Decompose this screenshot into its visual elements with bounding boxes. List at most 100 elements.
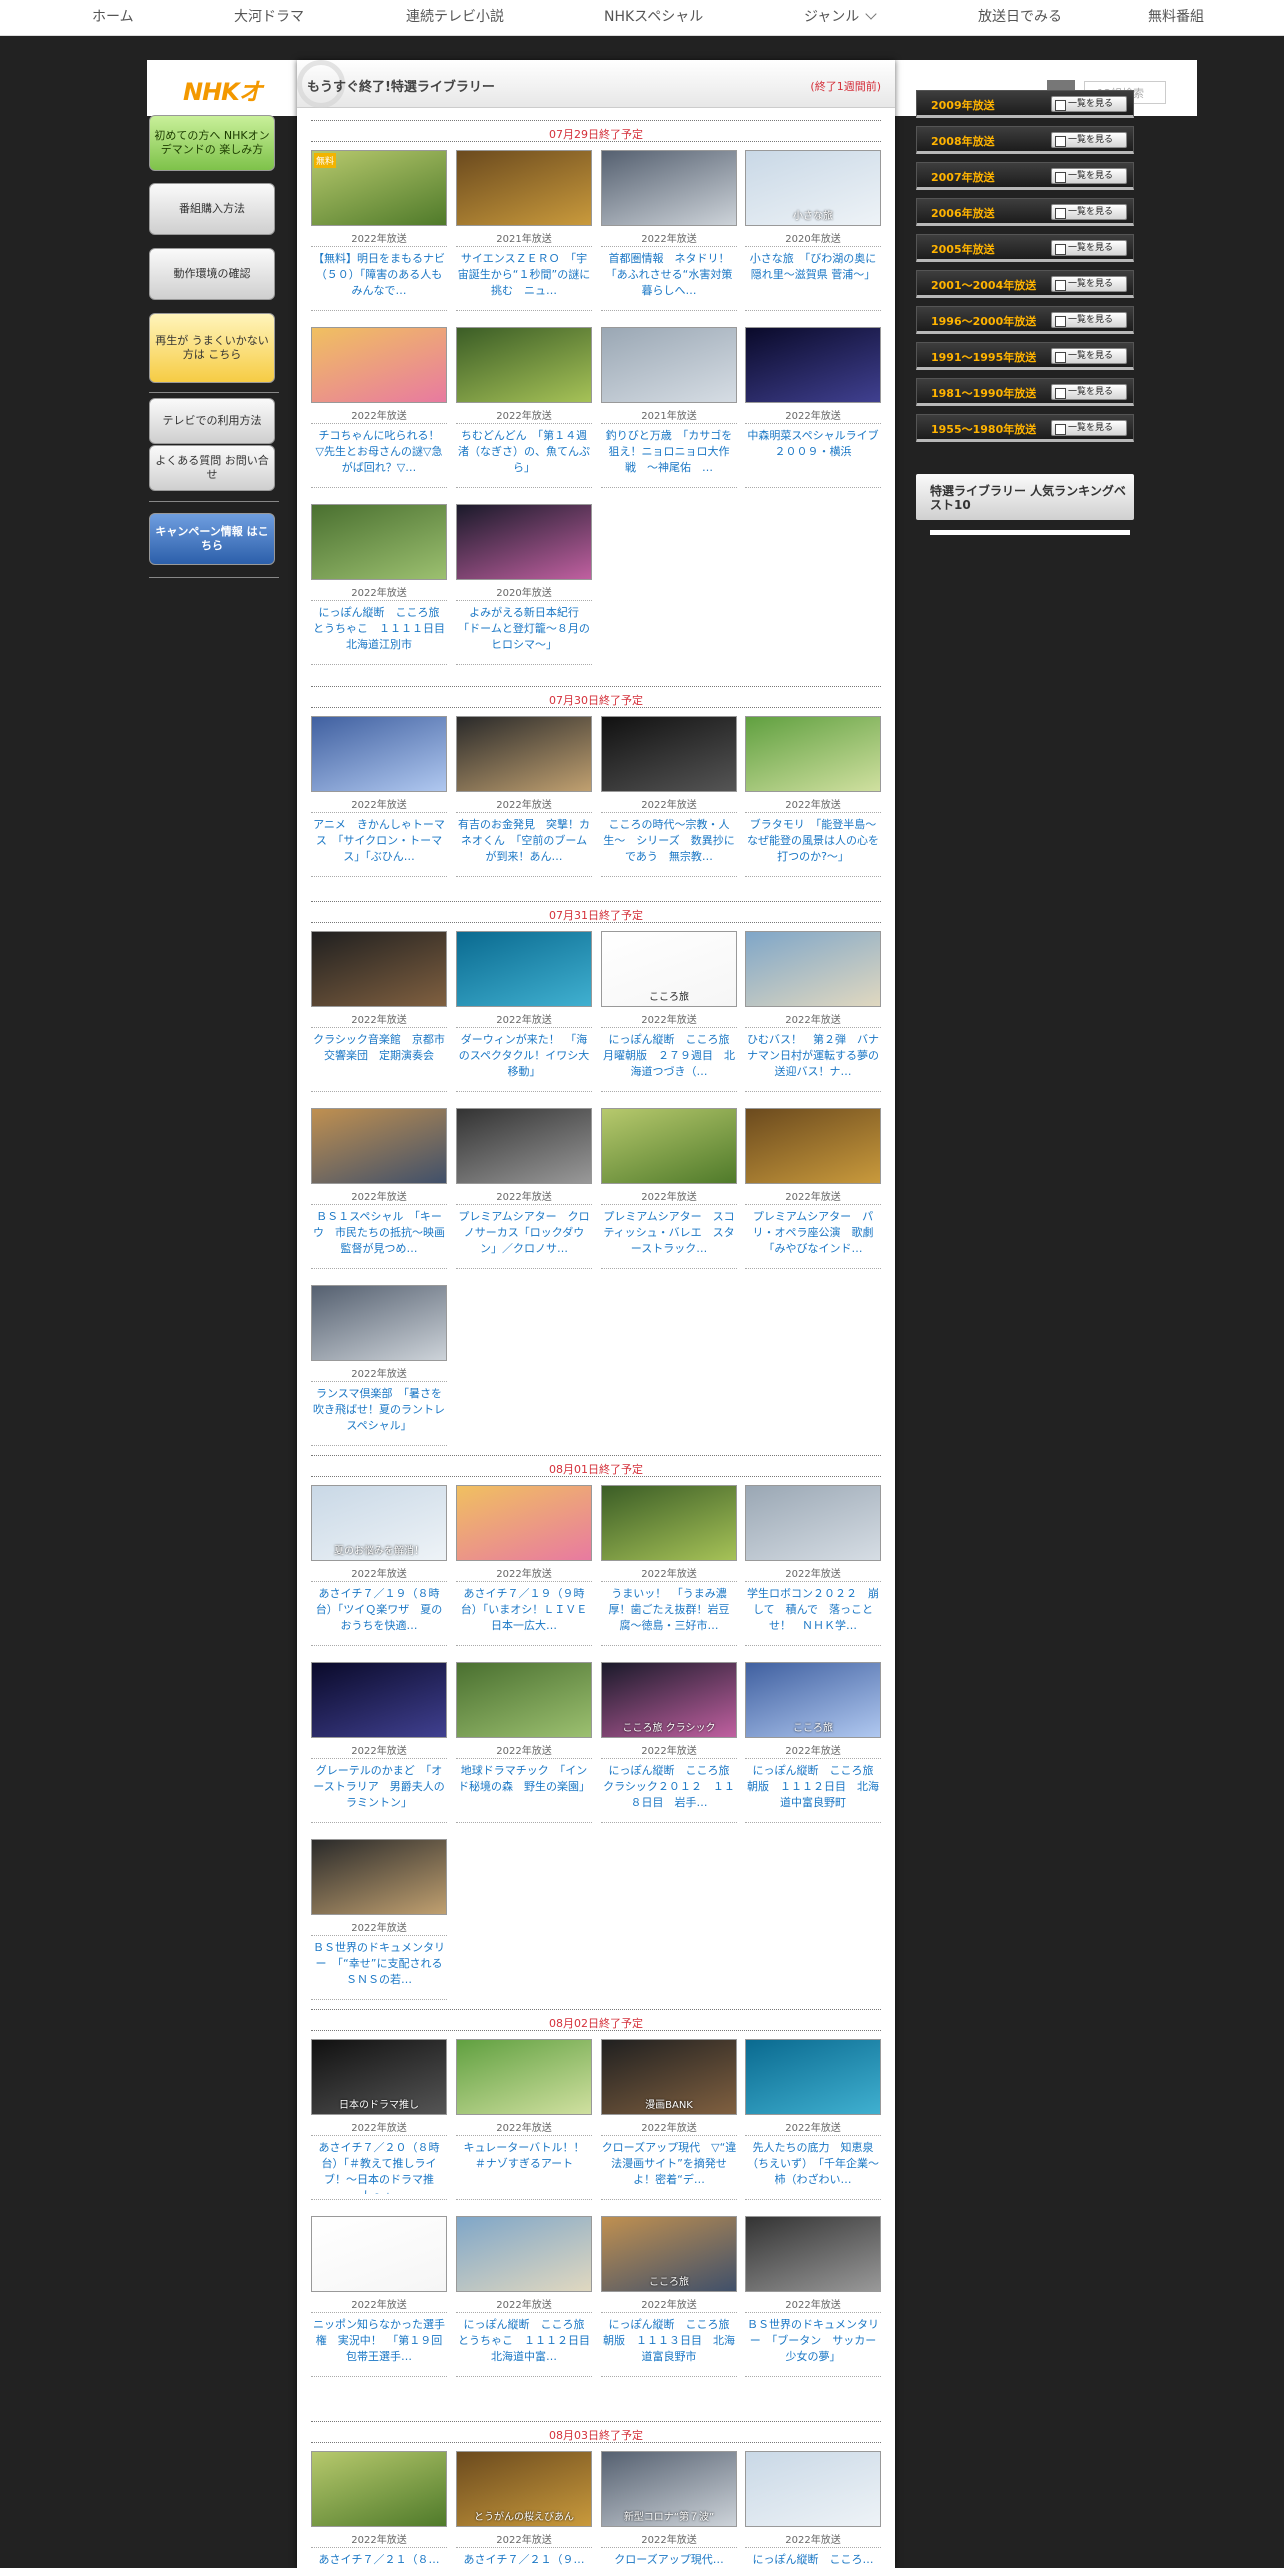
program-card[interactable]: とうがんの桜えびあん 2022年放送 あさイチ７／２１（９… [456,2451,592,2568]
program-title-link[interactable]: 有吉のお金発見 突撃！カネオくん 「空前のブームが到来！あん… [456,817,592,871]
program-title-link[interactable]: ＢＳ１スペシャル 「キーウ 市民たちの抵抗〜映画監督が見つめ… [311,1209,447,1263]
program-title-link[interactable]: にっぽん縦断 こころ旅 朝版 １１１３日目 北海道富良野市 [601,2317,737,2371]
program-card[interactable]: 2022年放送 ＢＳ世界のドキュメンタリー 「“幸せ”に支配されるＳＮＳの若… [311,1839,447,2011]
program-title-link[interactable]: クローズアップ現代 ▽“違法漫画サイト”を摘発せよ！密着“デ… [601,2140,737,2194]
program-title-link[interactable]: 【無料】明日をまもるナビ （５０）「障害のある人も みんなで… [311,251,447,305]
view-all-button[interactable]: 一覧を見る [1051,240,1127,256]
beginners-guide-button[interactable]: 初めての方へ NHKオンデマンドの 楽しみ方 [149,115,275,171]
program-title-link[interactable]: 釣りびと万歳 「カサゴを狙え！ニョロニョロ大作戦 〜神尾佑 … [601,428,737,482]
program-title-link[interactable]: ニッポン知らなかった選手権 実況中！ 「第１９回 包帯王選手… [311,2317,447,2371]
view-all-button[interactable]: 一覧を見る [1051,420,1127,436]
view-all-button[interactable]: 一覧を見る [1051,204,1127,220]
program-thumbnail[interactable] [601,327,737,403]
view-all-button[interactable]: 一覧を見る [1051,348,1127,364]
program-title-link[interactable]: ランスマ倶楽部 「暑さを吹き飛ばせ！夏のラントレスペシャル」 [311,1386,447,1440]
program-thumbnail[interactable]: 夏のお悩みを解消！ [311,1485,447,1561]
program-thumbnail[interactable] [745,2039,881,2115]
year-row[interactable]: 2001〜2004年放送 一覧を見る [916,270,1134,298]
program-title-link[interactable]: プレミアムシアター クロノサーカス「ロックダウン」／クロノサ… [456,1209,592,1263]
program-title-link[interactable]: あさイチ７／２１（８… [311,2552,447,2568]
program-thumbnail[interactable] [311,2216,447,2292]
program-title-link[interactable]: ちむどんどん 「第１４週 渚（なぎさ）の、魚てんぷら」 [456,428,592,482]
program-thumbnail[interactable] [311,1285,447,1361]
program-card[interactable]: 無料 2022年放送 【無料】明日をまもるナビ （５０）「障害のある人も みんなで… [311,150,447,322]
program-card[interactable]: こころ旅 クラシック 2022年放送 にっぽん縦断 こころ旅 クラシック２０１２ １… [601,1662,737,1834]
program-card[interactable]: 漫画BANK 2022年放送 クローズアップ現代 ▽“違法漫画サイト”を摘発せよ！密… [601,2039,737,2211]
year-row[interactable]: 2009年放送 一覧を見る [916,90,1134,118]
program-card[interactable]: 2022年放送 チコちゃんに叱られる！ ▽先生とお母さんの謎▽急がば回れ？▽… [311,327,447,499]
program-thumbnail[interactable] [745,931,881,1007]
program-title-link[interactable]: よみがえる新日本紀行 「ドームと登灯籠〜８月のヒロシマ〜」 [456,605,592,659]
program-thumbnail[interactable] [311,2451,447,2527]
view-all-button[interactable]: 一覧を見る [1051,384,1127,400]
program-thumbnail[interactable] [456,716,592,792]
program-title-link[interactable]: あさイチ７／１９（９時台）「いまオシ！ＬＩＶＥ 日本一広大… [456,1586,592,1640]
program-card[interactable]: 2022年放送 うまいッ！ 「うまみ濃厚！歯ごたえ抜群！岩豆腐〜徳島・三好市… [601,1485,737,1657]
tv-usage-button[interactable]: テレビでの利用方法 [149,398,275,444]
program-thumbnail[interactable] [456,150,592,226]
program-thumbnail[interactable] [456,2216,592,2292]
program-card[interactable]: こころ旅 2022年放送 にっぽん縦断 こころ旅 朝版 １１１３日目 北海道富良野市 [601,2216,737,2388]
program-card[interactable]: 2022年放送 プレミアムシアター クロノサーカス「ロックダウン」／クロノサ… [456,1108,592,1280]
program-card[interactable]: 2022年放送 キュレーターバトル！！ ＃ナゾすぎるアート [456,2039,592,2211]
program-card[interactable]: 2022年放送 にっぽん縦断 こころ旅 とうちゃこ １１１２日目 北海道中富… [456,2216,592,2388]
program-thumbnail[interactable]: 日本のドラマ推し [311,2039,447,2115]
program-card[interactable]: 2022年放送 先人たちの底力 知恵泉（ちえいず） 「千年企業〜柿（わざわい… [745,2039,881,2211]
program-thumbnail[interactable] [745,1108,881,1184]
year-row[interactable]: 2007年放送 一覧を見る [916,162,1134,190]
nav-nhk-special[interactable]: NHKスペシャル [604,0,703,36]
program-thumbnail[interactable] [745,1485,881,1561]
program-card[interactable]: 2022年放送 あさイチ７／２１（８… [311,2451,447,2568]
program-thumbnail[interactable] [456,2039,592,2115]
program-title-link[interactable]: うまいッ！ 「うまみ濃厚！歯ごたえ抜群！岩豆腐〜徳島・三好市… [601,1586,737,1640]
nav-home[interactable]: ホーム [92,0,134,36]
program-title-link[interactable]: チコちゃんに叱られる！ ▽先生とお母さんの謎▽急がば回れ？▽… [311,428,447,482]
program-title-link[interactable]: クローズアップ現代… [601,2552,737,2568]
program-title-link[interactable]: アニメ きかんしゃトーマス 「サイクロン・トーマス」「ぶひん… [311,817,447,871]
program-title-link[interactable]: あさイチ７／１９（８時台）「ツイＱ楽ワザ 夏のおうちを快適… [311,1586,447,1640]
program-thumbnail[interactable]: こころ旅 [601,931,737,1007]
nav-genre[interactable]: ジャンル [804,0,877,36]
program-card[interactable]: 2022年放送 あさイチ７／１９（９時台）「いまオシ！ＬＩＶＥ 日本一広大… [456,1485,592,1657]
program-card[interactable]: 2020年放送 よみがえる新日本紀行 「ドームと登灯籠〜８月のヒロシマ〜」 [456,504,592,676]
program-card[interactable]: 日本のドラマ推し 2022年放送 あさイチ７／２０（８時台）「＃教えて推しライブ！〜… [311,2039,447,2211]
nav-free[interactable]: 無料番組 [1148,0,1204,36]
program-card[interactable]: 2022年放送 ダーウィンが来た！ 「海のスペクタクル！イワシ大移動」 [456,931,592,1103]
program-title-link[interactable]: にっぽん縦断 こころ旅 月曜朝版 ２７９週目 北海道つづき（… [601,1032,737,1086]
program-title-link[interactable]: こころの時代〜宗教・人生〜 シリーズ 数異抄にであう 無宗教… [601,817,737,871]
program-thumbnail[interactable] [745,2216,881,2292]
program-card[interactable]: 2022年放送 中森明菜スペシャルライブ ２００９・横浜 [745,327,881,499]
program-thumbnail[interactable] [311,327,447,403]
program-card[interactable]: 2022年放送 ニッポン知らなかった選手権 実況中！ 「第１９回 包帯王選手… [311,2216,447,2388]
view-all-button[interactable]: 一覧を見る [1051,96,1127,112]
program-card[interactable]: 2022年放送 地球ドラマチック 「インド秘境の森 野生の楽園」 [456,1662,592,1834]
program-card[interactable]: 2022年放送 クラシック音楽館 京都市交響楽団 定期演奏会 [311,931,447,1103]
program-card[interactable]: 2022年放送 首都圏情報 ネタドリ！ 「あふれさせる“水害対策 暮らしへ… [601,150,737,322]
program-title-link[interactable]: プレミアムシアター スコティッシュ・バレエ スターストラック… [601,1209,737,1263]
program-title-link[interactable]: ＢＳ世界のドキュメンタリー 「“幸せ”に支配されるＳＮＳの若… [311,1940,447,1994]
program-card[interactable]: 2021年放送 サイエンスＺＥＲＯ 「宇宙誕生から“１秒間”の謎に挑む ニュ… [456,150,592,322]
program-thumbnail[interactable] [311,931,447,1007]
program-thumbnail[interactable] [456,1485,592,1561]
nav-by-date[interactable]: 放送日でみる [978,0,1062,36]
program-card[interactable]: こころ旅 2022年放送 にっぽん縦断 こころ旅 朝版 １１１２日目 北海道中富良野… [745,1662,881,1834]
program-thumbnail[interactable]: こころ旅 [745,1662,881,1738]
program-title-link[interactable]: グレーテルのかまど 「オーストラリア 男爵夫人のラミントン」 [311,1763,447,1817]
program-title-link[interactable]: ＢＳ世界のドキュメンタリー 「ブータン サッカー少女の夢」 [745,2317,881,2371]
program-thumbnail[interactable] [745,2451,881,2527]
program-thumbnail[interactable] [311,504,447,580]
program-thumbnail[interactable] [311,1839,447,1915]
program-card[interactable]: 2022年放送 にっぽん縦断 こころ… [745,2451,881,2568]
program-card[interactable]: 2022年放送 こころの時代〜宗教・人生〜 シリーズ 数異抄にであう 無宗教… [601,716,737,888]
program-title-link[interactable]: 地球ドラマチック 「インド秘境の森 野生の楽園」 [456,1763,592,1817]
program-title-link[interactable]: クラシック音楽館 京都市交響楽団 定期演奏会 [311,1032,447,1086]
program-thumbnail[interactable] [745,716,881,792]
program-title-link[interactable]: サイエンスＺＥＲＯ 「宇宙誕生から“１秒間”の謎に挑む ニュ… [456,251,592,305]
program-thumbnail[interactable] [456,931,592,1007]
program-title-link[interactable]: にっぽん縦断 こころ旅 とうちゃこ １１１１日目 北海道江別市 [311,605,447,659]
program-title-link[interactable]: ダーウィンが来た！ 「海のスペクタクル！イワシ大移動」 [456,1032,592,1086]
program-card[interactable]: 2022年放送 ひむバス！ 第２弾 バナナマン日村が運転する夢の送迎バス！ナ… [745,931,881,1103]
purchase-method-button[interactable]: 番組購入方法 [149,183,275,235]
program-title-link[interactable]: 学生ロボコン２０２２ 崩して 積んで 落っことせ！ ＮＨＫ学… [745,1586,881,1640]
program-title-link[interactable]: ひむバス！ 第２弾 バナナマン日村が運転する夢の送迎バス！ナ… [745,1032,881,1086]
